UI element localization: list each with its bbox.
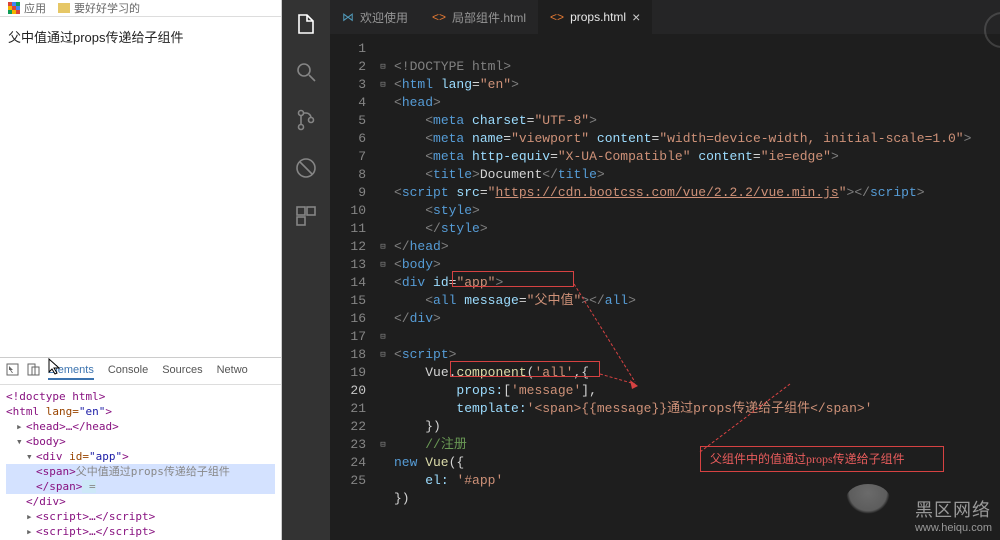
browser-pane: 应用 要好好学习的 父中值通过props传递给子组件 Elements Cons… bbox=[0, 0, 282, 540]
tab-local-component[interactable]: <> 局部组件.html bbox=[420, 0, 538, 34]
code-content[interactable]: <!DOCTYPE html> <html lang="en"> <head> … bbox=[390, 34, 1000, 540]
folder-label: 要好好学习的 bbox=[74, 0, 140, 16]
watermark-logo bbox=[846, 484, 890, 514]
demo-text: 父中值通过props传递给子组件 bbox=[8, 27, 273, 46]
tab-welcome[interactable]: ⋈ 欢迎使用 bbox=[330, 0, 420, 34]
script-node-1[interactable]: ▸<script>…</script> bbox=[6, 509, 275, 524]
watermark-sub: www.heiqu.com bbox=[915, 522, 992, 534]
apps-icon bbox=[8, 2, 20, 14]
annotation-caption-box bbox=[700, 446, 944, 472]
annotation-caption: 父组件中的值通过props传递给子组件 bbox=[710, 450, 905, 468]
tab-label: 局部组件.html bbox=[452, 9, 526, 26]
span-node[interactable]: <span>父中值通过props传递给子组件</span> = bbox=[6, 464, 275, 494]
apps-button[interactable]: 应用 bbox=[8, 0, 46, 16]
search-icon[interactable] bbox=[294, 60, 318, 84]
devtools-panel: Elements Console Sources Netwo <!doctype… bbox=[0, 357, 281, 540]
explorer-icon[interactable] bbox=[294, 12, 318, 36]
vscode-icon: ⋈ bbox=[342, 10, 354, 24]
app-root: 应用 要好好学习的 父中值通过props传递给子组件 Elements Cons… bbox=[0, 0, 1000, 540]
bookmark-folder[interactable]: 要好好学习的 bbox=[58, 0, 140, 16]
fold-column: ⊟⊟⊟⊟⊟⊟⊟ bbox=[376, 34, 390, 540]
tab-network[interactable]: Netwo bbox=[217, 362, 248, 380]
html-file-icon: <> bbox=[550, 10, 564, 24]
devtools-toolbar: Elements Console Sources Netwo bbox=[0, 358, 281, 385]
tab-label: 欢迎使用 bbox=[360, 9, 408, 26]
editor-area: ⋈ 欢迎使用 <> 局部组件.html <> props.html × 1234… bbox=[330, 0, 1000, 540]
tab-console[interactable]: Console bbox=[108, 362, 148, 380]
tab-label: props.html bbox=[570, 10, 626, 24]
folder-icon bbox=[58, 3, 70, 13]
body-node[interactable]: ▾<body> bbox=[6, 434, 275, 449]
div-app-node[interactable]: ▾<div id="app"> bbox=[6, 449, 275, 464]
close-icon[interactable]: × bbox=[632, 9, 640, 25]
vscode-pane: ⋈ 欢迎使用 <> 局部组件.html <> props.html × 1234… bbox=[282, 0, 1000, 540]
inspect-icon[interactable] bbox=[6, 363, 19, 379]
div-close-node[interactable]: </div> bbox=[6, 494, 275, 509]
doctype-node[interactable]: <!doctype html> bbox=[6, 389, 275, 404]
line-gutter: 1234567891011121314151617181920212223242… bbox=[330, 34, 376, 540]
page-body: 父中值通过props传递给子组件 bbox=[0, 17, 281, 357]
watermark: 黑区网络 www.heiqu.com bbox=[915, 496, 992, 534]
source-control-icon[interactable] bbox=[294, 108, 318, 132]
debug-icon[interactable] bbox=[294, 156, 318, 180]
tab-bar: ⋈ 欢迎使用 <> 局部组件.html <> props.html × bbox=[330, 0, 1000, 34]
devtools-tabs: Elements Console Sources Netwo bbox=[48, 362, 248, 380]
tab-props[interactable]: <> props.html × bbox=[538, 0, 652, 34]
apps-label: 应用 bbox=[24, 0, 46, 16]
code-editor[interactable]: 1234567891011121314151617181920212223242… bbox=[330, 34, 1000, 540]
watermark-main: 黑区网络 bbox=[915, 496, 992, 522]
dom-tree[interactable]: <!doctype html> <html lang="en"> ▸<head>… bbox=[0, 385, 281, 540]
activity-bar bbox=[282, 0, 330, 540]
html-node[interactable]: <html lang="en"> bbox=[6, 404, 275, 419]
tab-sources[interactable]: Sources bbox=[162, 362, 202, 380]
device-icon[interactable] bbox=[27, 363, 40, 379]
extensions-icon[interactable] bbox=[294, 204, 318, 228]
bookmark-bar: 应用 要好好学习的 bbox=[0, 0, 281, 17]
script-node-2[interactable]: ▸<script>…</script> bbox=[6, 524, 275, 539]
html-file-icon: <> bbox=[432, 10, 446, 24]
head-node[interactable]: ▸<head>…</head> bbox=[6, 419, 275, 434]
cursor-icon bbox=[48, 358, 62, 379]
